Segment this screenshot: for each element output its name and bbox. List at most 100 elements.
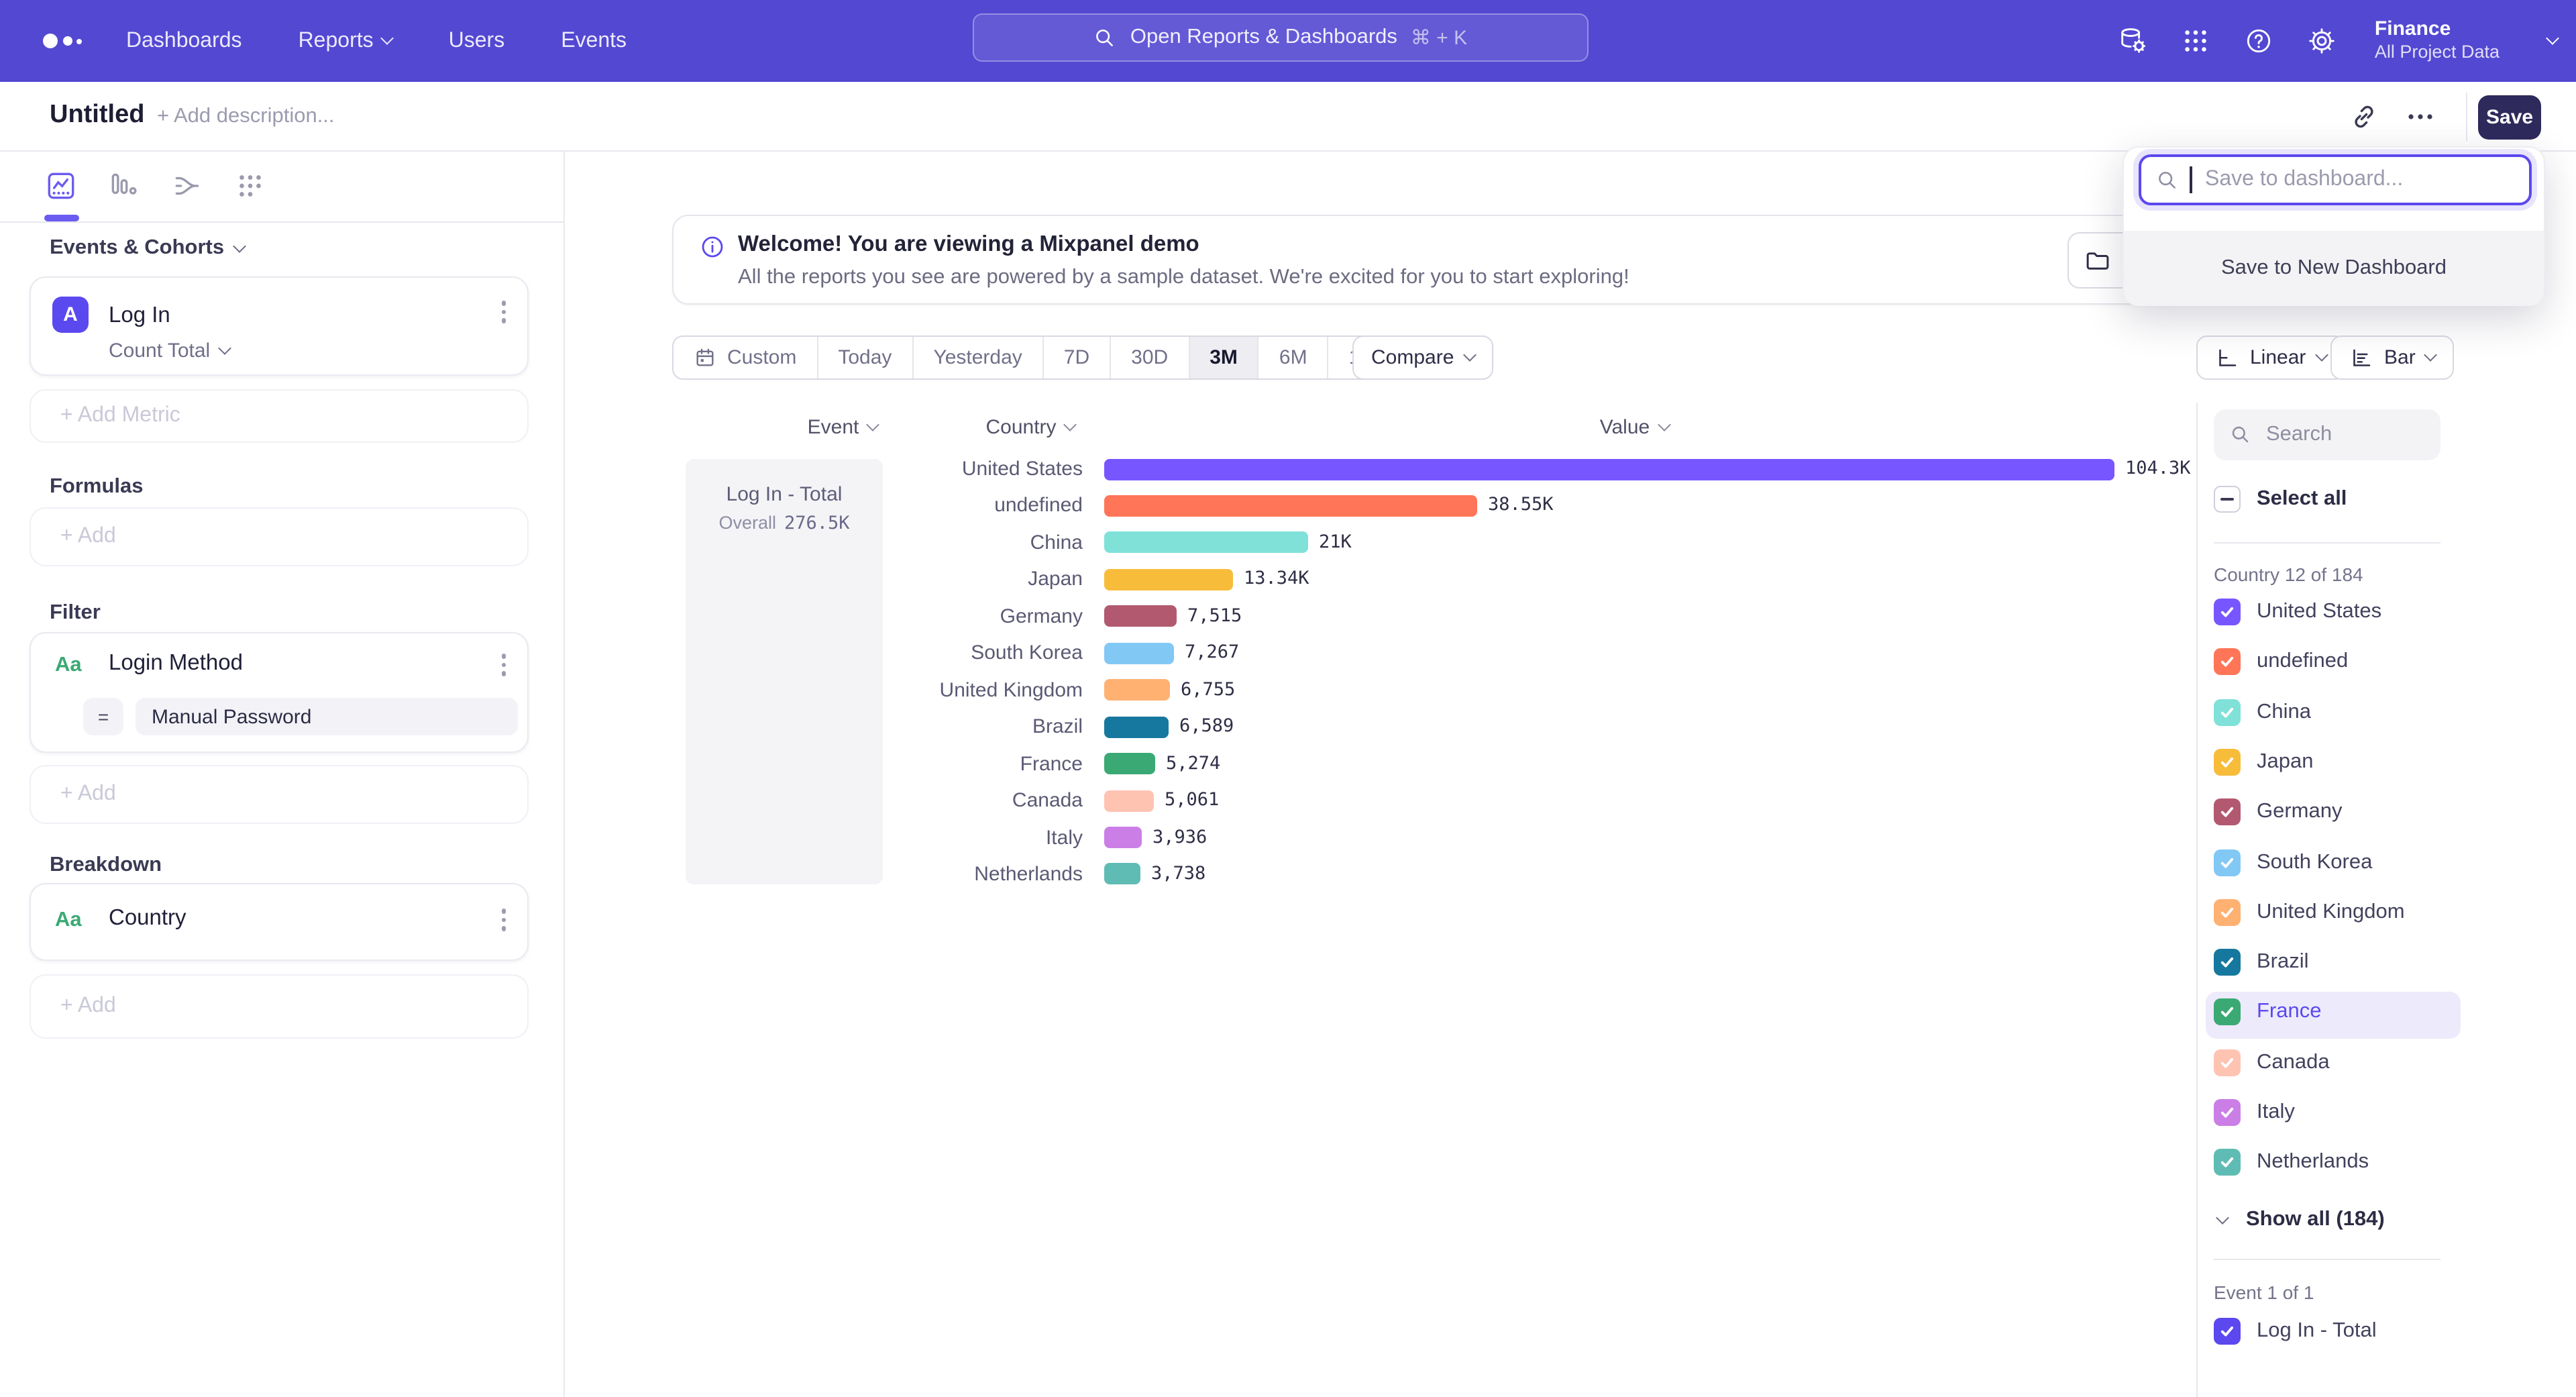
bar-row-france[interactable]: France5,274 — [686, 745, 2196, 782]
bar-row-undefined[interactable]: undefined38.55K — [686, 488, 2196, 524]
country-checkbox[interactable] — [2214, 899, 2241, 926]
country-checkbox[interactable] — [2214, 749, 2241, 776]
country-checkbox[interactable] — [2214, 949, 2241, 976]
bar-row-netherlands[interactable]: Netherlands3,738 — [686, 856, 2196, 892]
select-all-row[interactable]: Select all — [2214, 486, 2347, 513]
tab-bar-chart-icon[interactable] — [107, 169, 141, 203]
country-checkbox[interactable] — [2214, 849, 2241, 876]
country-row-united-kingdom[interactable]: United Kingdom — [2214, 899, 2405, 926]
range-today[interactable]: Today — [818, 337, 913, 378]
range-6m[interactable]: 6M — [1259, 337, 1329, 378]
select-all-checkbox[interactable] — [2214, 486, 2241, 513]
country-row-netherlands[interactable]: Netherlands — [2214, 1149, 2369, 1176]
country-checkbox[interactable] — [2214, 1049, 2241, 1076]
bar[interactable] — [1104, 827, 1142, 848]
bar-row-japan[interactable]: Japan13.34K — [686, 562, 2196, 598]
country-row-japan[interactable]: Japan — [2214, 749, 2313, 776]
event-checkbox-row[interactable]: Log In - Total — [2214, 1318, 2377, 1345]
column-header-event[interactable]: Event — [762, 416, 923, 439]
help-icon[interactable] — [2243, 25, 2274, 56]
report-description-placeholder[interactable]: + Add description... — [157, 105, 335, 129]
country-row-china[interactable]: China — [2214, 698, 2311, 725]
settings-gear-icon[interactable] — [2306, 25, 2337, 56]
metric-card[interactable]: A Log In Count Total — [30, 276, 529, 376]
breakdown-kebab-icon[interactable] — [501, 909, 506, 931]
global-search-button[interactable]: Open Reports & Dashboards ⌘ + K — [973, 13, 1589, 62]
bar[interactable] — [1104, 790, 1154, 811]
metric-name[interactable]: Log In — [109, 303, 170, 329]
country-row-italy[interactable]: Italy — [2214, 1099, 2295, 1126]
metric-aggregation[interactable]: Count Total — [109, 340, 229, 362]
bar-row-italy[interactable]: Italy3,936 — [686, 819, 2196, 856]
country-checkbox[interactable] — [2214, 999, 2241, 1026]
filter-card[interactable]: Aa Login Method = Manual Password — [30, 632, 529, 753]
country-checkbox[interactable] — [2214, 698, 2241, 725]
save-button[interactable]: Save — [2478, 95, 2541, 140]
column-header-country[interactable]: Country — [950, 416, 1111, 439]
panel-search[interactable] — [2214, 409, 2440, 460]
range-7d[interactable]: 7D — [1044, 337, 1111, 378]
country-checkbox[interactable] — [2214, 1149, 2241, 1176]
event-checkbox[interactable] — [2214, 1318, 2241, 1345]
chart-type-selector[interactable]: Bar — [2330, 335, 2455, 380]
range-custom[interactable]: Custom — [674, 337, 818, 378]
bar[interactable] — [1104, 606, 1177, 627]
metric-kebab-icon[interactable] — [501, 301, 506, 323]
tab-retention-icon[interactable] — [233, 169, 267, 203]
filter-property-name[interactable]: Login Method — [109, 651, 243, 676]
nav-item-dashboards[interactable]: Dashboards — [126, 29, 242, 53]
range-yesterday[interactable]: Yesterday — [913, 337, 1043, 378]
save-dashboard-search[interactable] — [2139, 154, 2532, 205]
bar-row-brazil[interactable]: Brazil6,589 — [686, 709, 2196, 745]
save-dashboard-input[interactable] — [2202, 166, 2511, 193]
events-section-label[interactable]: Events & Cohorts — [50, 236, 244, 260]
bar-row-united-kingdom[interactable]: United Kingdom6,755 — [686, 672, 2196, 708]
column-header-value[interactable]: Value — [1554, 416, 1715, 439]
add-filter-button[interactable]: + Add — [30, 765, 529, 824]
bar[interactable] — [1104, 679, 1170, 701]
add-metric-button[interactable]: + Add Metric — [30, 389, 529, 443]
range-3m[interactable]: 3M — [1189, 337, 1259, 378]
bar[interactable] — [1104, 716, 1169, 737]
country-row-undefined[interactable]: undefined — [2214, 649, 2348, 676]
bar-row-china[interactable]: China21K — [686, 525, 2196, 561]
country-row-canada[interactable]: Canada — [2214, 1049, 2330, 1076]
add-formula-button[interactable]: + Add — [30, 507, 529, 566]
range-30d[interactable]: 30D — [1111, 337, 1189, 378]
apps-grid-icon[interactable] — [2180, 25, 2211, 56]
bar[interactable] — [1104, 643, 1174, 664]
filter-operator[interactable]: = — [83, 698, 123, 735]
country-row-united-states[interactable]: United States — [2214, 599, 2381, 625]
tab-flows-icon[interactable] — [170, 169, 204, 203]
breakdown-property-name[interactable]: Country — [109, 906, 186, 931]
data-management-icon[interactable] — [2117, 25, 2148, 56]
country-row-south-korea[interactable]: South Korea — [2214, 849, 2372, 876]
bar-row-canada[interactable]: Canada5,061 — [686, 782, 2196, 819]
country-checkbox[interactable] — [2214, 798, 2241, 825]
bar[interactable] — [1104, 458, 2114, 480]
tab-insights-line-chart-icon[interactable] — [44, 169, 78, 203]
mixpanel-logo-icon[interactable] — [43, 32, 89, 51]
scale-selector[interactable]: Linear — [2196, 335, 2345, 380]
country-row-germany[interactable]: Germany — [2214, 798, 2343, 825]
bar[interactable] — [1104, 532, 1308, 554]
nav-item-users[interactable]: Users — [449, 29, 505, 53]
country-checkbox[interactable] — [2214, 649, 2241, 676]
country-row-brazil[interactable]: Brazil — [2214, 949, 2309, 976]
show-all-toggle[interactable]: Show all (184) — [2218, 1208, 2385, 1232]
project-chevron-down-icon[interactable] — [2546, 32, 2559, 45]
bar[interactable] — [1104, 495, 1477, 517]
bar-row-united-states[interactable]: United States104.3K — [686, 451, 2196, 487]
bar-row-germany[interactable]: Germany7,515 — [686, 599, 2196, 635]
bar-row-south-korea[interactable]: South Korea7,267 — [686, 635, 2196, 672]
filter-kebab-icon[interactable] — [501, 654, 506, 676]
breakdown-card[interactable]: Aa Country — [30, 883, 529, 961]
compare-button[interactable]: Compare — [1352, 335, 1493, 380]
report-title[interactable]: Untitled — [50, 101, 144, 130]
project-switcher[interactable]: Finance All Project Data — [2375, 18, 2500, 64]
country-row-france[interactable]: France — [2214, 999, 2322, 1026]
copy-link-icon[interactable] — [2348, 101, 2380, 133]
country-checkbox[interactable] — [2214, 1099, 2241, 1126]
filter-value[interactable]: Manual Password — [136, 698, 518, 735]
bar[interactable] — [1104, 864, 1140, 885]
